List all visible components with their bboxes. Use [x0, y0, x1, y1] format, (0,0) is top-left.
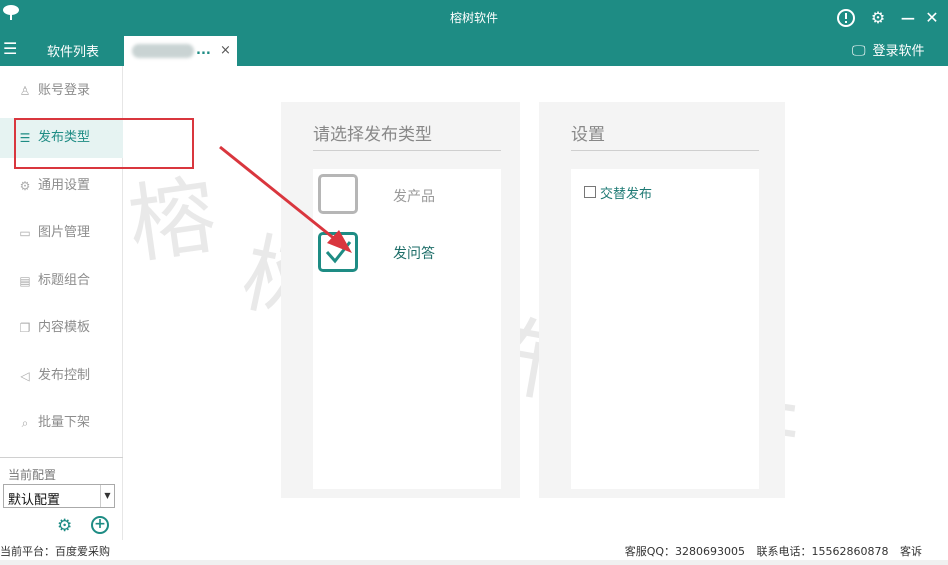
- bottom-strip: [0, 560, 948, 565]
- sidebar-item-title-combination[interactable]: ▤ 标题组合: [0, 261, 123, 301]
- checkmark-icon: [325, 241, 352, 264]
- active-tab[interactable]: ... ×: [124, 36, 237, 66]
- tab-bar: ☰ 软件列表 ... × 🖵 登录软件: [0, 34, 948, 66]
- sidebar-item-label: 内容模板: [38, 320, 91, 335]
- current-platform: 当前平台：百度爱采购: [0, 545, 110, 558]
- settings-divider: [571, 150, 759, 151]
- config-divider: [0, 457, 123, 458]
- settings-gear-icon[interactable]: ⚙: [868, 8, 888, 28]
- config-label: 当前配置: [8, 468, 57, 482]
- contact-info: 客服QQ：3280693005 联系电话：15562860878 客诉: [617, 543, 922, 559]
- monitor-icon: 🖵: [852, 43, 866, 59]
- tab-title-ellipsis: ...: [196, 43, 211, 58]
- publish-type-divider: [313, 150, 501, 151]
- search-icon: ⌕: [21, 416, 29, 430]
- complaint-link[interactable]: 客诉: [900, 545, 922, 558]
- chevron-down-icon[interactable]: ▼: [100, 485, 114, 507]
- alternate-publish-checkbox[interactable]: [584, 186, 596, 198]
- sidebar-item-publish-control[interactable]: ◁ 发布控制: [0, 356, 123, 396]
- sidebar-item-content-template[interactable]: ❐ 内容模板: [0, 308, 123, 348]
- publish-qa-label: 发问答: [393, 246, 435, 262]
- window-title: 榕树软件: [449, 11, 498, 25]
- status-bar: 当前平台：百度爱采购 客服QQ：3280693005 联系电话：15562860…: [0, 540, 948, 560]
- settings-title: 设置: [571, 125, 605, 145]
- sidebar-item-label: 发布控制: [38, 368, 91, 383]
- menu-icon[interactable]: ☰: [3, 40, 21, 58]
- login-label: 登录软件: [872, 44, 925, 59]
- alternate-publish-label[interactable]: 交替发布: [600, 183, 652, 202]
- settings-panel: 设置: [539, 102, 785, 498]
- sidebar-item-label: 标题组合: [38, 273, 91, 288]
- publish-product-checkbox[interactable]: [318, 174, 358, 214]
- title-bar: 榕树软件 ⚙ − ✕: [0, 0, 948, 34]
- minimize-button[interactable]: −: [898, 8, 918, 28]
- annotation-highlight-box: [14, 118, 194, 169]
- tab-title-blurred: [132, 44, 194, 58]
- publish-product-label: 发产品: [393, 189, 435, 205]
- sidebar-item-image-management[interactable]: ▭ 图片管理: [0, 213, 123, 253]
- copy-icon: ❐: [19, 321, 31, 335]
- sidebar-item-account-login[interactable]: ♙ 账号登录: [0, 71, 123, 111]
- sidebar-item-label: 账号登录: [38, 83, 91, 98]
- sidebar-item-label: 通用设置: [38, 178, 91, 193]
- tab-close-icon[interactable]: ×: [220, 43, 231, 58]
- sidebar-item-batch-delist[interactable]: ⌕ 批量下架: [0, 403, 123, 443]
- sidebar-item-label: 批量下架: [38, 415, 91, 430]
- config-select-value: 默认配置: [8, 493, 61, 508]
- close-button[interactable]: ✕: [922, 8, 942, 28]
- sidebar-item-general-settings[interactable]: ⚙ 通用设置: [0, 166, 123, 206]
- support-qq: 客服QQ：3280693005: [624, 545, 746, 558]
- add-config-icon[interactable]: +: [91, 516, 109, 534]
- doc-icon: ▤: [19, 274, 31, 288]
- image-icon: ▭: [19, 226, 31, 240]
- send-icon: ◁: [20, 369, 30, 383]
- sidebar-item-label: 图片管理: [38, 225, 91, 240]
- publish-type-panel: 请选择发布类型: [281, 102, 520, 498]
- publish-type-options: [313, 169, 501, 489]
- config-select[interactable]: 默认配置 ▼: [3, 484, 115, 508]
- publish-type-title: 请选择发布类型: [313, 125, 432, 145]
- software-list-button[interactable]: 软件列表: [47, 41, 99, 60]
- settings-options: [571, 169, 759, 489]
- config-gear-icon[interactable]: ⚙: [57, 517, 75, 535]
- info-icon[interactable]: [836, 8, 856, 28]
- publish-qa-checkbox[interactable]: [318, 232, 358, 272]
- support-phone: 联系电话：15562860878: [756, 545, 889, 558]
- gear-icon: ⚙: [19, 179, 31, 193]
- user-icon: ♙: [19, 84, 31, 98]
- login-button[interactable]: 🖵 登录软件: [852, 40, 925, 59]
